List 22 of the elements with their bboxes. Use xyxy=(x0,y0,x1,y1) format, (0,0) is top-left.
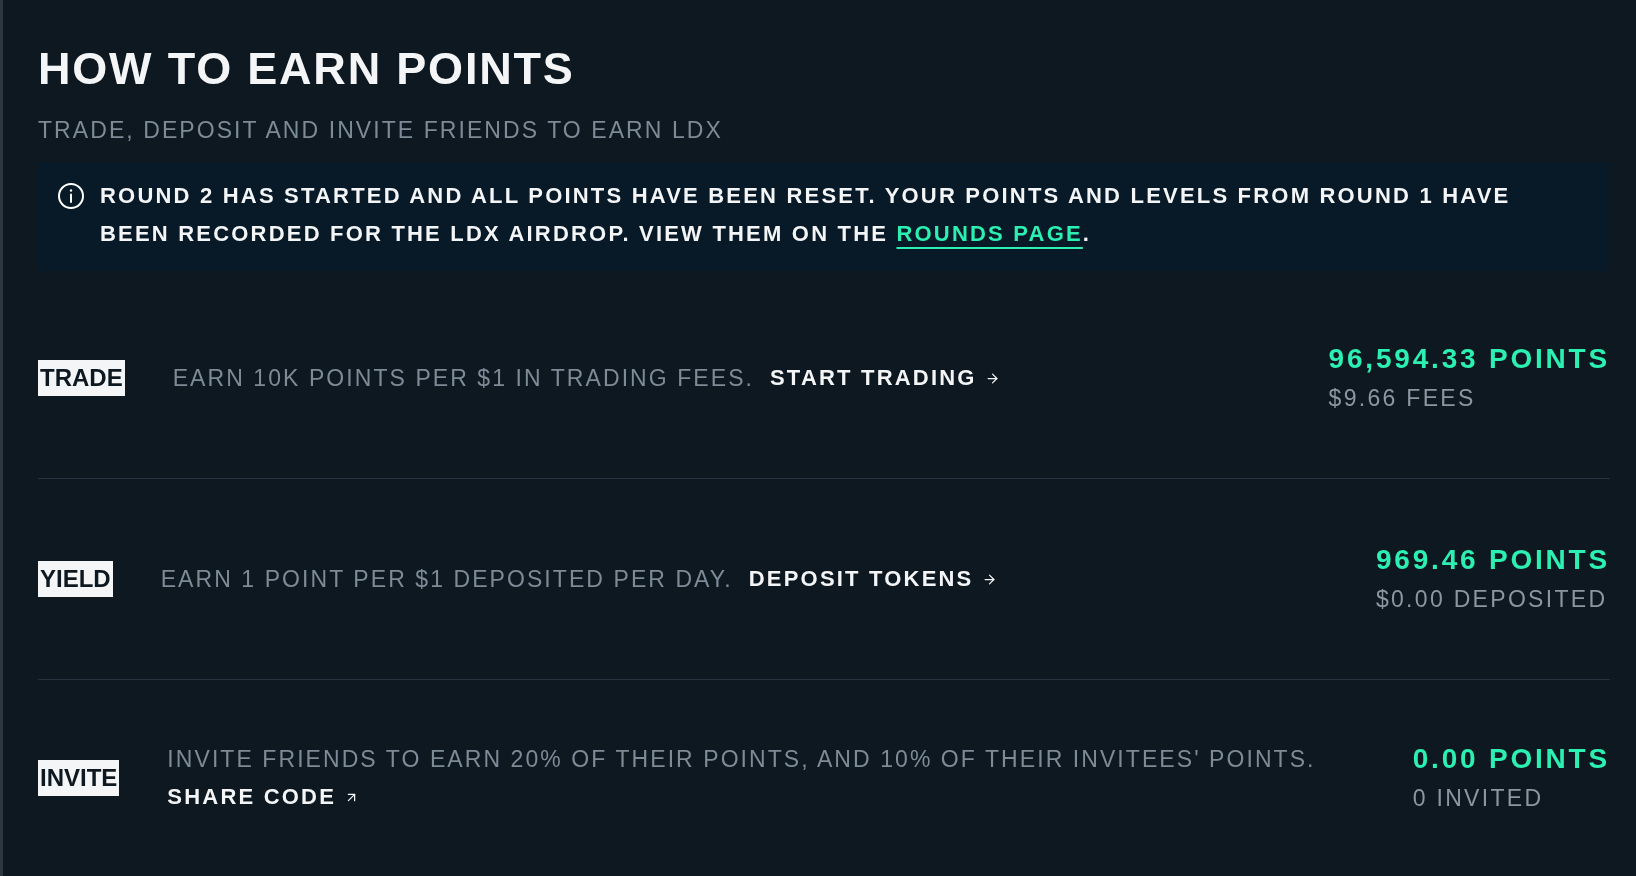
category-tag: TRADE xyxy=(38,360,125,396)
row-description: EARN 1 POINT PER $1 DEPOSITED PER DAY. xyxy=(160,565,733,594)
info-icon xyxy=(58,183,84,209)
action-link[interactable]: DEPOSIT TOKENS xyxy=(748,564,997,594)
row-description: INVITE FRIENDS TO EARN 20% OF THEIR POINTS, AND 10% OF THEIR INVITEES' POINTS. xyxy=(167,745,1316,774)
action-link[interactable]: START TRADING xyxy=(770,363,1000,393)
row-description: EARN 10K POINTS PER $1 IN TRADING FEES. xyxy=(172,364,754,393)
arrow-right-icon xyxy=(981,571,997,587)
page-title: HOW TO EARN POINTS xyxy=(38,42,575,96)
points-value: 969.46 POINTS xyxy=(1375,544,1610,576)
category-tag: INVITE xyxy=(38,760,120,796)
rounds-page-link[interactable]: ROUNDS PAGE xyxy=(896,221,1083,246)
arrow-right-icon xyxy=(984,370,1000,386)
points-detail: $0.00 DEPOSITED xyxy=(1375,585,1608,614)
action-link[interactable]: SHARE CODE xyxy=(167,782,360,812)
points-detail: $9.66 FEES xyxy=(1328,384,1476,413)
page-subtitle: TRADE, DEPOSIT AND INVITE FRIENDS TO EARN LDX xyxy=(38,116,723,145)
notice-text: ROUND 2 HAS STARTED AND ALL POINTS HAVE BEEN RESET. YOUR POINTS AND LEVELS FROM ROUND 1 HAVE BEEN RECORDED FOR THE LDX AIRDROP. VIEW THEM ON THE ROUNDS PAGE. xyxy=(100,182,1512,248)
points-value: 96,594.33 POINTS xyxy=(1328,343,1610,375)
points-value: 0.00 POINTS xyxy=(1412,743,1610,775)
category-tag: YIELD xyxy=(38,561,113,597)
points-detail: 0 INVITED xyxy=(1412,784,1544,813)
